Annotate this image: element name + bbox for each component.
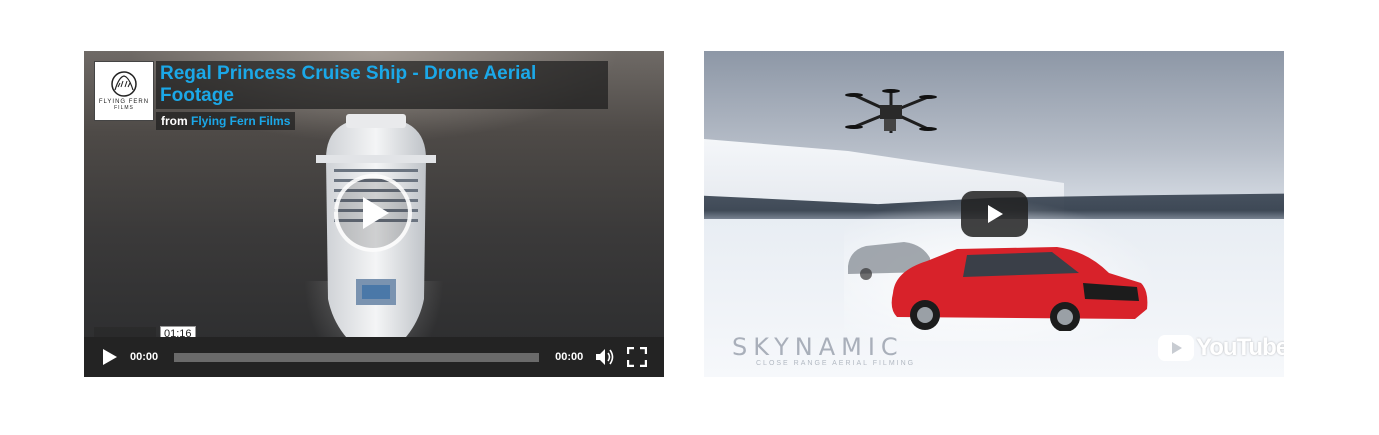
play-button-icon[interactable] (102, 348, 118, 366)
video-title-box: Regal Princess Cruise Ship - Drone Aeria… (156, 61, 608, 109)
drone-image (845, 89, 937, 133)
youtube-play-button[interactable] (961, 191, 1028, 237)
play-icon (363, 197, 389, 229)
progress-track[interactable] (174, 352, 540, 362)
skynamic-tagline: CLOSE RANGE AERIAL FILMING (756, 360, 916, 367)
byline-author-link[interactable]: Flying Fern Films (191, 114, 290, 128)
video-byline: from Flying Fern Films (156, 112, 296, 130)
skynamic-watermark: SKYNAMIC (732, 333, 904, 361)
volume-icon[interactable] (595, 348, 615, 366)
duration-time: 00:00 (555, 351, 584, 363)
youtube-logo-icon (1158, 335, 1194, 361)
play-icon (987, 205, 1003, 223)
fullscreen-icon[interactable] (627, 347, 648, 367)
channel-logo[interactable]: FLYING FERN FILMS (94, 61, 154, 121)
big-play-button[interactable] (334, 174, 412, 252)
vimeo-video-player[interactable]: FLYING FERN FILMS Regal Princess Cruise … (84, 51, 664, 377)
red-car-image (891, 247, 1148, 331)
youtube-logo-link[interactable]: YouTube (1158, 334, 1284, 362)
fern-logo-icon (111, 71, 137, 97)
logo-subtext: FILMS (114, 105, 134, 111)
current-time: 00:00 (130, 351, 159, 363)
youtube-logo-text: YouTube (1196, 334, 1284, 361)
progress-preview-bar (94, 327, 156, 337)
youtube-video-player[interactable]: SKYNAMIC CLOSE RANGE AERIAL FILMING YouT… (704, 51, 1284, 377)
control-bar: 00:00 00:00 (84, 337, 664, 377)
byline-prefix: from (161, 114, 188, 128)
video-title-link[interactable]: Regal Princess Cruise Ship - Drone Aeria… (160, 63, 536, 106)
